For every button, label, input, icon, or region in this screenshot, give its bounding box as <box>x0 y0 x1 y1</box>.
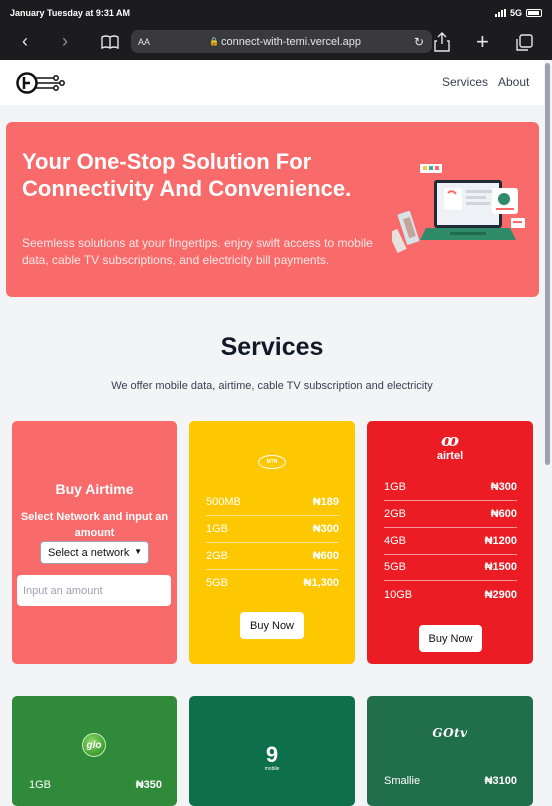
plan-size: 4GB <box>384 535 407 547</box>
plan-size: 1GB <box>206 523 229 535</box>
plan-size: 500MB <box>206 496 241 508</box>
hero-banner: Your One-Stop Solution For Connectivity … <box>6 122 539 297</box>
nav-link-about[interactable]: About <box>498 75 529 89</box>
chevron-down-icon: ▼ <box>134 547 142 556</box>
reload-icon[interactable]: ↻ <box>414 35 424 49</box>
scrollbar-thumb[interactable] <box>545 63 550 465</box>
hero-subtitle: Seemless solutions at your fingertips. e… <box>22 236 373 267</box>
amount-input[interactable]: Input an amount <box>17 575 171 606</box>
plan-size: 2GB <box>206 550 229 562</box>
network-select-value: Select a network <box>48 546 130 559</box>
plan-row: 1GB ₦350 <box>29 771 162 798</box>
new-tab-icon[interactable]: + <box>476 31 489 53</box>
plan-price: ₦1,300 <box>303 576 339 589</box>
url-text[interactable]: connect-with-temi.vercel.app <box>221 36 361 48</box>
plan-price: ₦1200 <box>484 535 517 547</box>
airtel-card: ꝏ airtel 1GB ₦300 2GB ₦600 4GB ₦1200 5GB… <box>367 421 533 664</box>
airtime-description: Select Network and input an amount <box>20 511 169 539</box>
address-bar[interactable]: AA 🔒 connect-with-temi.vercel.app ↻ <box>131 30 432 53</box>
site-navbar: Services About <box>0 60 544 105</box>
plan-price: ₦350 <box>135 778 162 791</box>
mtn-buy-button[interactable]: Buy Now <box>240 612 304 639</box>
plan-price: ₦2900 <box>484 588 517 601</box>
plan-price: ₦600 <box>312 550 339 562</box>
airtel-logo: ꝏ airtel <box>430 432 470 466</box>
plan-price: ₦1500 <box>484 561 517 573</box>
signal-icon <box>494 9 506 17</box>
tabs-icon[interactable] <box>516 34 533 51</box>
hero-title: Your One-Stop Solution For Connectivity … <box>22 149 352 201</box>
gotv-card: GOtv Smallie ₦3100 <box>367 696 533 806</box>
mtn-logo: MTN <box>258 455 286 469</box>
plan-row: 10GB ₦2900 <box>384 581 517 608</box>
status-bar: January Tuesday at 9:31 AM 5G <box>0 0 552 26</box>
plan-size: 2GB <box>384 508 407 520</box>
nav-link-services[interactable]: Services <box>442 75 488 89</box>
battery-icon <box>526 9 542 17</box>
plan-size: Smallie <box>384 774 421 787</box>
airtel-logo-text: airtel <box>436 450 464 462</box>
plan-row: 2GB ₦600 <box>384 501 517 528</box>
airtel-buy-button[interactable]: Buy Now <box>419 625 482 652</box>
forward-icon[interactable]: › <box>62 32 68 50</box>
status-time: January Tuesday at 9:31 AM <box>10 8 131 18</box>
text-size-button[interactable]: AA <box>138 37 150 47</box>
airtime-card: Buy Airtime Select Network and input an … <box>12 421 177 664</box>
plan-row: 1GB ₦300 <box>206 516 339 543</box>
plan-row: 500MB ₦189 <box>206 489 339 516</box>
site-logo[interactable] <box>16 69 66 97</box>
plan-row: 1GB ₦300 <box>384 474 517 501</box>
plan-price: ₦300 <box>312 523 339 535</box>
plan-price: ₦3100 <box>484 774 517 787</box>
glo-card: glo 1GB ₦350 <box>12 696 177 806</box>
plan-price: ₦300 <box>490 481 517 493</box>
back-icon[interactable]: ‹ <box>22 32 28 50</box>
gotv-logo: GOtv <box>432 726 468 740</box>
plan-size: 1GB <box>29 778 52 791</box>
plan-size: 5GB <box>384 561 407 573</box>
airtel-mark-icon: ꝏ <box>440 431 460 451</box>
page-scrollbar[interactable] <box>544 60 552 791</box>
services-subtitle: We offer mobile data, airtime, cable TV … <box>111 380 433 392</box>
network-type: 5G <box>509 8 522 18</box>
plan-size: 10GB <box>384 588 413 601</box>
status-indicators: 5G <box>494 8 542 18</box>
plan-price: ₦600 <box>490 508 517 520</box>
bookmarks-icon[interactable] <box>101 35 119 49</box>
services-title: Services <box>220 333 324 361</box>
plan-price: ₦189 <box>312 496 339 508</box>
9mobile-logo: 9 mobile <box>262 742 282 773</box>
lock-icon: 🔒 <box>209 37 219 46</box>
9mobile-logo-word: mobile <box>264 766 280 772</box>
9mobile-card: 9 mobile <box>189 696 355 806</box>
glo-logo: glo <box>82 733 106 757</box>
9mobile-logo-number: 9 <box>265 742 279 767</box>
plan-size: 1GB <box>384 481 407 493</box>
airtime-title: Buy Airtime <box>55 481 134 497</box>
plan-row: 5GB ₦1500 <box>384 554 517 581</box>
share-icon[interactable] <box>434 32 450 52</box>
plan-row: 4GB ₦1200 <box>384 528 517 555</box>
plan-size: 5GB <box>206 576 229 589</box>
plan-row: 5GB ₦1,300 <box>206 569 339 596</box>
mtn-card: MTN 500MB ₦189 1GB ₦300 2GB ₦600 5GB ₦1,… <box>189 421 355 664</box>
network-select[interactable]: Select a network ▼ <box>40 541 149 564</box>
laptop-illustration <box>392 164 525 253</box>
browser-toolbar: ‹ › AA 🔒 connect-with-temi.vercel.app ↻ … <box>0 26 552 60</box>
plan-row: Smallie ₦3100 <box>384 767 517 794</box>
plan-row: 2GB ₦600 <box>206 543 339 570</box>
